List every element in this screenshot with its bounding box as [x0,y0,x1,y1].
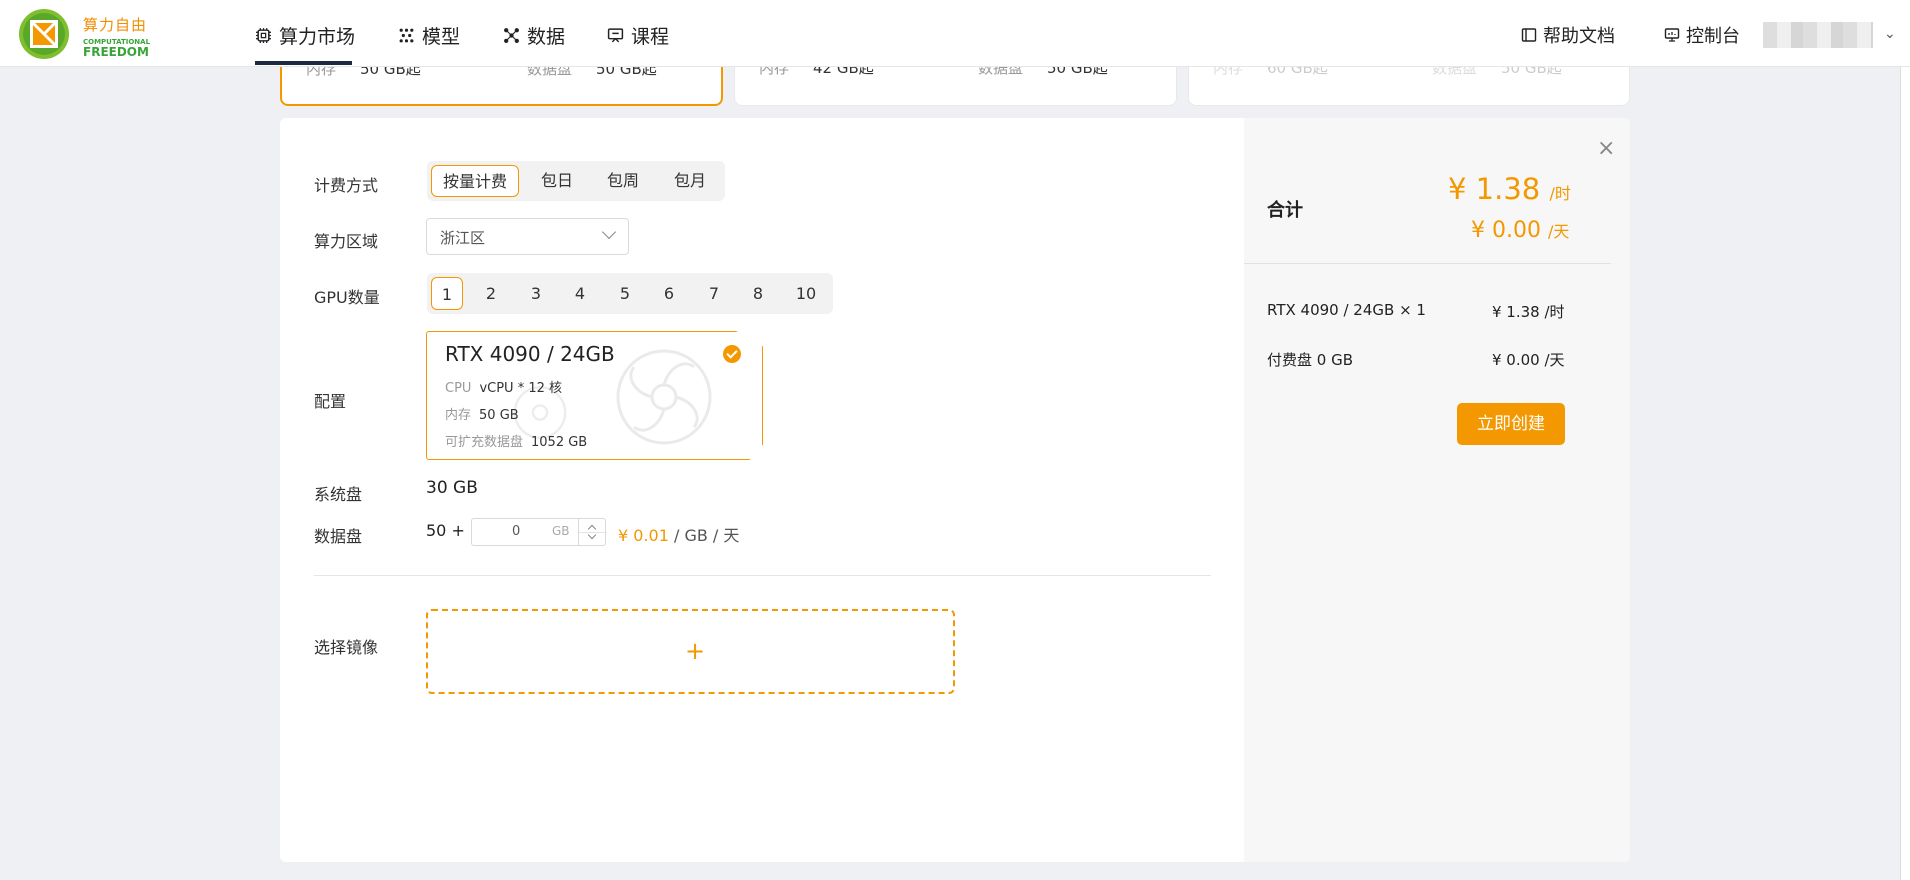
monitor-icon [1664,28,1680,42]
user-account[interactable] [1763,22,1873,48]
image-label: 选择镜像 [314,638,379,657]
chip-icon [256,28,271,43]
select-image-button[interactable]: + [426,609,955,694]
gpu-option[interactable]: 8 [742,277,774,310]
fan-watermark-icon [616,349,712,445]
console-link[interactable]: 控制台 [1664,22,1740,48]
gpu-option[interactable]: 1 [431,277,463,310]
nav-models[interactable]: 模型 [398,22,460,49]
brand-name-en2: FREEDOM [83,45,149,59]
book-icon [1521,28,1537,42]
data-icon [504,28,519,43]
brand-text: 算力自由 COMPUTATIONAL FREEDOM [83,14,150,58]
region-select[interactable]: 浙江区 [426,218,629,255]
data-disk-label: 数据盘 [314,527,363,546]
billing-option-weekly[interactable]: 包周 [593,165,653,197]
total-daily: ¥ 0.00 /天 [1471,218,1569,243]
total-hourly-value: ¥ 1.38 [1448,172,1541,206]
gpu-option[interactable]: 2 [475,277,507,310]
nav-courses[interactable]: 课程 [607,22,669,49]
paid-disk-line-label: 付费盘 0 GB [1267,351,1353,369]
chevron-down-icon [601,224,617,240]
data-disk-stepper[interactable]: 0 GB [471,518,607,546]
total-hourly: ¥ 1.38 /时 [1448,172,1571,206]
nav-label: 模型 [422,26,461,48]
help-docs-label: 帮助文档 [1543,26,1615,47]
data-disk-price-unit: / GB / 天 [673,526,740,545]
gpu-count-label: GPU数量 [314,288,380,307]
data-disk-price: ¥ 0.01 / GB / 天 [618,522,739,546]
region-value: 浙江区 [440,229,486,247]
expandable-disk-label: 可扩充数据盘 [445,435,524,450]
create-now-button[interactable]: 立即创建 [1457,403,1565,445]
top-nav: 算力自由 COMPUTATIONAL FREEDOM 算力市场 模型 数据 课程… [0,0,1910,67]
help-docs-link[interactable]: 帮助文档 [1521,22,1615,48]
brand-logo[interactable] [18,8,70,60]
region-label: 算力区域 [314,232,379,251]
config-title: RTX 4090 / 24GB [445,342,615,366]
total-daily-unit: /天 [1547,222,1570,241]
billing-segment: 按量计费 包日 包周 包月 [427,161,725,201]
nav-active-indicator [255,61,352,65]
gpu-option[interactable]: 4 [564,277,596,310]
config-mem-row: 内存 50 GB [445,404,519,423]
summary-divider [1244,263,1611,264]
cpu-label: CPU [445,381,472,396]
summary-panel [1244,118,1630,862]
gpu-option[interactable]: 7 [698,277,730,310]
system-disk-label: 系统盘 [314,485,363,504]
gpu-option[interactable]: 6 [653,277,685,310]
stepper-controls[interactable] [578,519,607,545]
total-label: 合计 [1267,200,1303,221]
window-edge [1900,0,1910,880]
plus-icon: + [685,637,706,665]
billing-option-hourly[interactable]: 按量计费 [431,165,519,197]
expandable-disk-value: 1052 GB [531,435,588,450]
config-disk-row: 可扩充数据盘 1052 GB [445,431,587,450]
gpu-option[interactable]: 10 [787,277,825,310]
data-disk-price-value: ¥ 0.01 [618,526,669,545]
course-icon [607,28,624,43]
cpu-value: vCPU * 12 核 [479,381,563,396]
check-circle-icon [723,345,741,363]
section-divider [314,575,1211,576]
total-hourly-unit: /时 [1549,184,1571,203]
data-disk-input[interactable]: 0 [512,524,520,539]
brand-name-cn: 算力自由 [83,16,148,34]
gpu-option[interactable]: 3 [520,277,552,310]
nav-compute-market[interactable]: 算力市场 [255,22,355,49]
nav-data[interactable]: 数据 [503,22,565,49]
mem-label: 内存 [445,408,472,423]
data-disk-base: 50 + [426,521,465,540]
billing-label: 计费方式 [314,176,379,195]
console-label: 控制台 [1686,26,1740,47]
gpu-line-label: RTX 4090 / 24GB × 1 [1267,301,1426,319]
data-disk-unit: GB [552,524,570,538]
gpu-count-segment: 1 2 3 4 5 6 7 8 10 [427,273,833,314]
nav-label: 算力市场 [279,26,356,48]
close-icon[interactable]: × [1597,136,1615,161]
config-cpu-row: CPU vCPU * 12 核 [445,377,562,396]
nav-label: 数据 [527,26,566,48]
mem-value: 50 GB [479,408,519,423]
billing-option-daily[interactable]: 包日 [527,165,587,197]
nav-label: 课程 [631,26,670,48]
gpu-line-value: ¥ 1.38 /时 [1492,303,1565,321]
model-icon [399,28,414,43]
total-daily-value: ¥ 0.00 [1471,218,1541,243]
config-label: 配置 [314,392,347,411]
system-disk-value: 30 GB [426,478,478,498]
paid-disk-line-value: ¥ 0.00 /天 [1492,351,1565,369]
billing-option-monthly[interactable]: 包月 [660,165,720,197]
gpu-option[interactable]: 5 [609,277,641,310]
chevron-down-icon[interactable]: ⌄ [1884,26,1896,42]
